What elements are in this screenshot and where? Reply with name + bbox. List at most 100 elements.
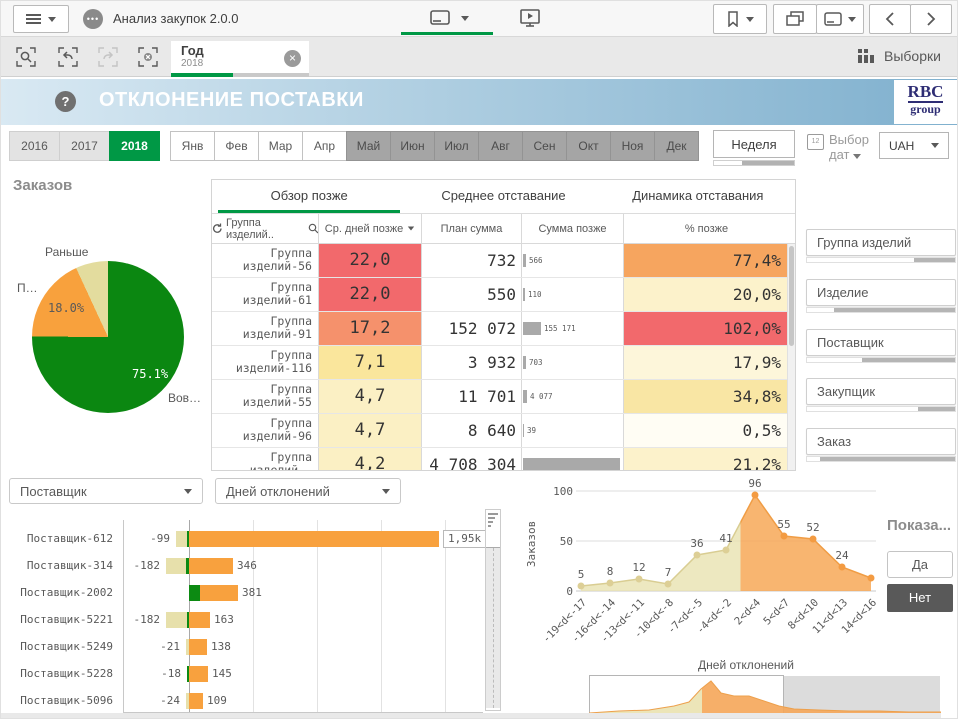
data-point[interactable] [868,575,875,582]
data-point[interactable] [607,580,614,587]
sheets-overview-button[interactable] [773,4,817,34]
selections-tool-button[interactable]: Выборки [857,48,941,64]
column-late-sum[interactable]: Сумма позже [522,214,624,243]
table-row[interactable]: Группа изделий-1167,13 93270317,9% [212,346,795,380]
cell-pct-late[interactable]: 77,4% [624,244,789,277]
positive-bar[interactable] [189,639,207,655]
sheet-selector-button[interactable] [816,4,864,34]
chip-close-icon[interactable]: × [284,50,301,67]
data-point[interactable] [665,581,672,588]
positive-bar[interactable] [189,531,439,547]
data-point[interactable] [694,552,701,559]
sheet-view-icon[interactable] [429,9,451,27]
month-button-Ноя[interactable]: Ноя [610,131,655,161]
table-row[interactable]: Группа изделий-554,711 7014 07734,8% [212,380,795,414]
cell-days-late[interactable]: 7,1 [319,346,422,379]
cell-group[interactable]: Группа изделий-116 [212,346,319,379]
cell-late-sum[interactable]: 703 [522,346,624,379]
range-selector-chart[interactable] [589,675,941,715]
year-button-2017[interactable]: 2017 [59,131,110,161]
cell-days-late[interactable]: 4,2 [319,448,422,470]
filter-box-1[interactable]: Группа изделий [806,229,956,263]
column-avg-days-late[interactable]: Ср. дней позже [319,214,422,243]
data-point[interactable] [636,576,643,583]
month-button-Апр[interactable]: Апр [302,131,347,161]
step-back-icon[interactable] [57,46,79,73]
help-icon[interactable]: ? [55,91,76,112]
clear-selections-icon[interactable] [137,46,159,73]
month-button-Дек[interactable]: Дек [654,131,699,161]
month-button-Май[interactable]: Май [346,131,391,161]
month-button-Янв[interactable]: Янв [170,131,215,161]
step-forward-icon[interactable] [97,46,119,73]
cell-late-sum[interactable]: 4 077 [522,380,624,413]
orders-pie-chart[interactable] [32,261,184,413]
positive-bar[interactable] [200,585,238,601]
filter-box-scrollbar[interactable] [806,456,956,462]
presentation-icon[interactable] [519,8,541,28]
year-button-2018[interactable]: 2018 [109,131,160,161]
tab-average-lag[interactable]: Среднее отставание [406,180,600,213]
cell-group[interactable]: Группа изделий-56 [212,244,319,277]
month-button-Июн[interactable]: Июн [390,131,435,161]
measure-dropdown[interactable]: Дней отклонений [215,478,401,504]
positive-bar[interactable] [189,666,208,682]
filter-box-5[interactable]: Заказ [806,428,956,462]
positive-bar[interactable] [189,612,210,628]
filter-box-3[interactable]: Поставщик [806,329,956,363]
column-group[interactable]: Группа изделий.. [212,214,319,243]
cell-group[interactable]: Группа изделий-96 [212,414,319,447]
currency-dropdown[interactable]: UAH [879,132,949,159]
cell-group[interactable]: Группа изделий-61 [212,278,319,311]
supplier-bar-chart[interactable]: Поставщик-612-991,95kПоставщик-314-18234… [1,506,501,716]
main-menu-button[interactable] [13,5,69,33]
cell-pct-late[interactable]: 20,0% [624,278,789,311]
cell-pct-late[interactable]: 0,5% [624,414,789,447]
data-point[interactable] [839,564,846,571]
column-plan-sum[interactable]: План сумма [422,214,522,243]
data-point[interactable] [810,536,817,543]
negative-bar[interactable] [166,612,187,628]
app-options-icon[interactable]: ••• [83,9,103,29]
table-row[interactable]: Группа изделий-6122,055011020,0% [212,278,795,312]
table-row[interactable]: Группа изделий-964,78 640390,5% [212,414,795,448]
column-pct-late[interactable]: % позже [624,214,789,243]
show-yes-button[interactable]: Да [887,551,953,578]
month-button-Сен[interactable]: Сен [522,131,567,161]
cell-late-sum[interactable]: 110 [522,278,624,311]
cell-plan-sum[interactable]: 152 072 [422,312,522,345]
cell-days-late[interactable]: 17,2 [319,312,422,345]
date-picker-button[interactable]: 12 Выбор дат [807,132,869,162]
month-button-Фев[interactable]: Фев [214,131,259,161]
filter-box-2[interactable]: Изделие [806,279,956,313]
cell-plan-sum[interactable]: 11 701 [422,380,522,413]
cell-pct-late[interactable]: 17,9% [624,346,789,379]
filter-box-scrollbar[interactable] [806,406,956,412]
month-button-Окт[interactable]: Окт [566,131,611,161]
search-icon[interactable] [308,223,318,234]
cell-group[interactable]: Группа изделий-… [212,448,319,470]
table-row[interactable]: Группа изделий-5622,073256677,4% [212,244,795,278]
refresh-icon[interactable] [212,223,222,234]
positive-bar[interactable] [189,693,203,709]
next-sheet-button[interactable] [910,4,952,34]
cell-days-late[interactable]: 4,7 [319,414,422,447]
cell-plan-sum[interactable]: 4 708 304 [422,448,522,470]
data-point[interactable] [578,583,585,590]
filter-box-4[interactable]: Закупщик [806,378,956,412]
selection-chip-year[interactable]: Год 2018 × [171,41,309,77]
filter-box-scrollbar[interactable] [806,257,956,263]
negative-bar[interactable] [176,531,187,547]
cell-days-late[interactable]: 4,7 [319,380,422,413]
cell-pct-late[interactable]: 102,0% [624,312,789,345]
cell-plan-sum[interactable]: 732 [422,244,522,277]
year-button-2016[interactable]: 2016 [9,131,60,161]
smart-search-icon[interactable] [15,46,37,73]
tab-late-overview[interactable]: Обзор позже [212,180,406,213]
cell-pct-late[interactable]: 21,2% [624,448,789,470]
cell-pct-late[interactable]: 34,8% [624,380,789,413]
negative-bar[interactable] [166,558,186,574]
month-button-Июл[interactable]: Июл [434,131,479,161]
cell-plan-sum[interactable]: 3 932 [422,346,522,379]
data-point[interactable] [781,533,788,540]
